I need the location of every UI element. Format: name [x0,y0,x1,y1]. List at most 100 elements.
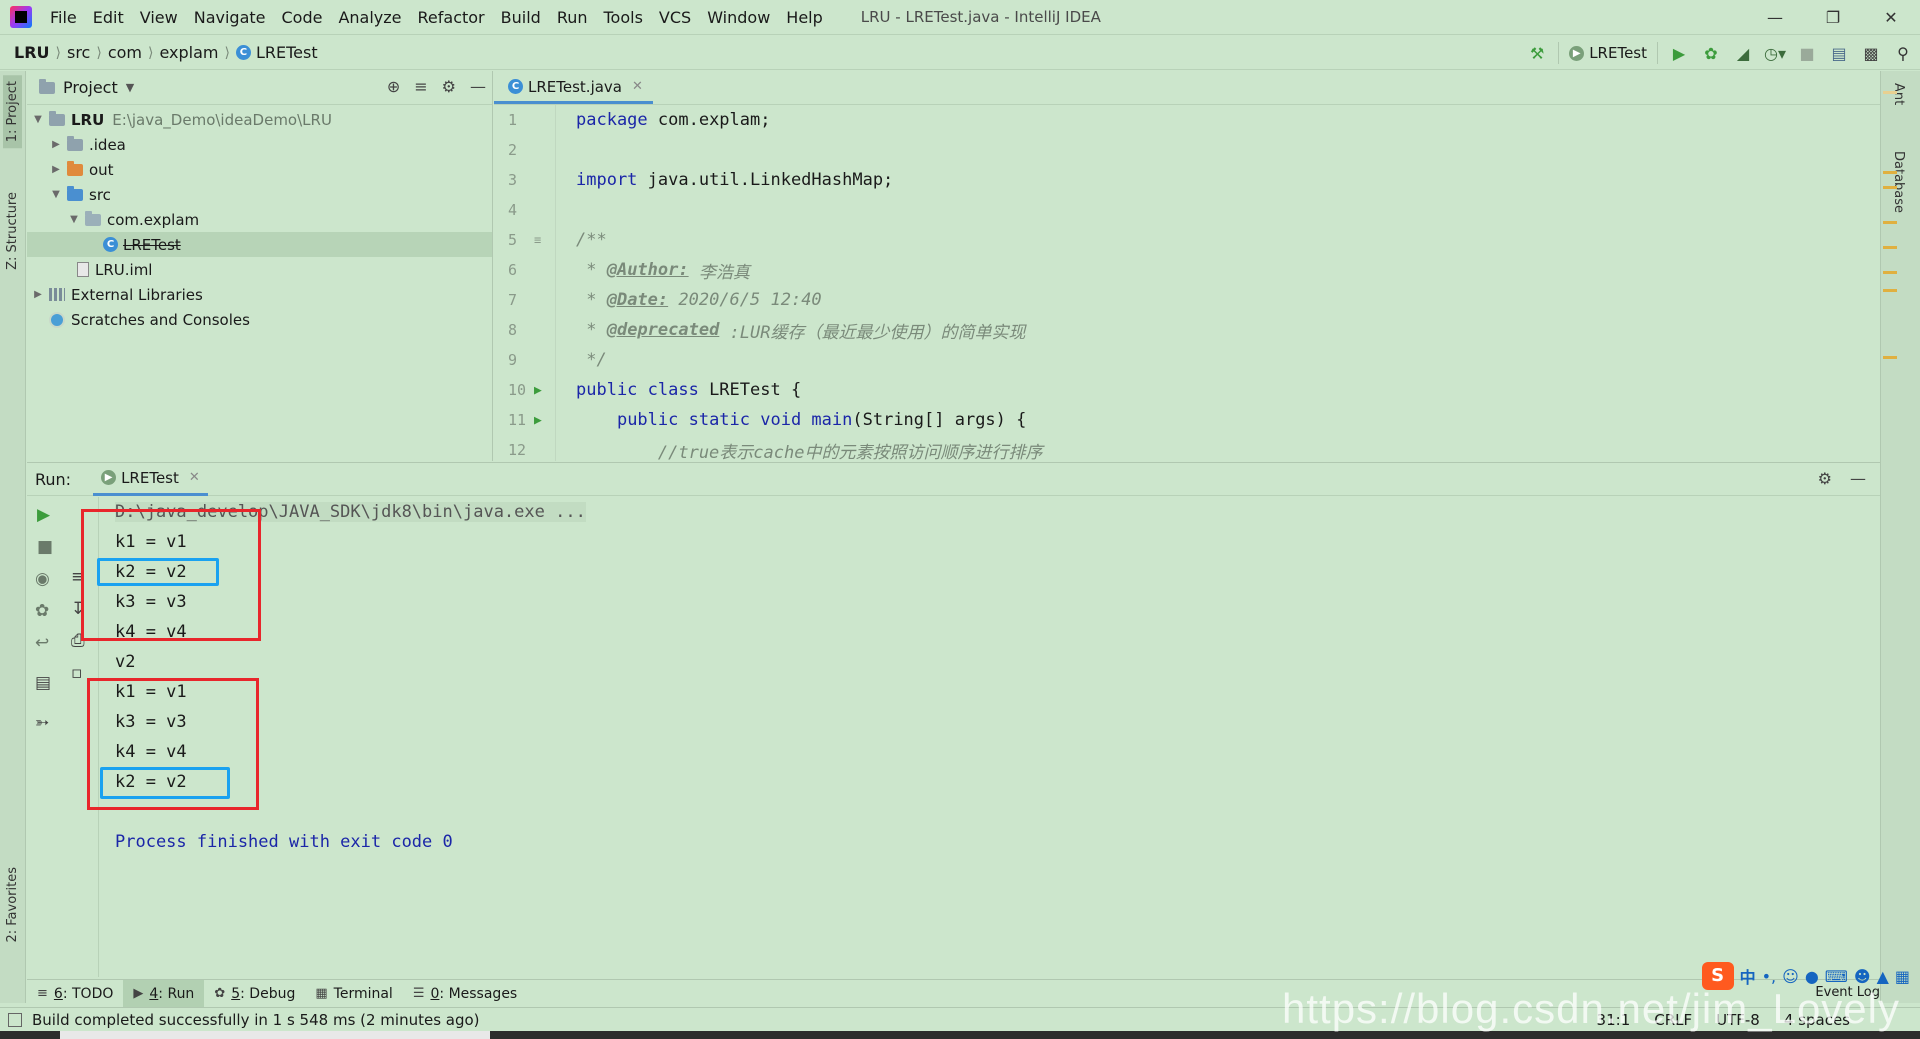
status-message[interactable]: Build completed successfully in 1 s 548 … [8,1011,480,1029]
debug-bug-icon[interactable]: ✿ [35,601,49,621]
collapse-arrow-icon[interactable]: ▶ [31,289,45,300]
profile-icon[interactable]: ◷▾ [1764,42,1786,64]
layout-icon[interactable]: ▤ [35,673,51,693]
run-configuration-selector[interactable]: ▶ LRETest [1558,42,1658,64]
restore-button[interactable]: ❐ [1804,0,1862,35]
tool-tab-messages[interactable]: ☰ 0: Messages [403,980,527,1008]
menu-run[interactable]: Run [549,8,596,27]
project-panel-header[interactable]: Project ▼ ⊕ ≡ ⚙ — [27,71,492,105]
project-structure-icon[interactable]: ▤ [1828,42,1850,64]
menu-help[interactable]: Help [778,8,830,27]
fold-icon[interactable]: ≡ [534,233,541,247]
error-stripe-marker[interactable] [1883,221,1897,224]
tool-tab-terminal[interactable]: ▦ Terminal [305,980,402,1008]
tool-tab-structure[interactable]: Z: Structure [3,186,22,276]
run-tab[interactable]: ▶ LRETest ✕ [93,462,208,496]
grid-menu-icon[interactable]: ▦ [1895,967,1910,986]
tool-tab-ant[interactable]: Ant [1891,83,1906,105]
tool-tab-debug[interactable]: ✿ 5: Debug [204,980,305,1008]
rerun-icon[interactable]: ▶ [37,505,50,525]
tool-tab-run[interactable]: ▶ 4: Run [123,979,205,1008]
microphone-icon[interactable]: ● [1805,967,1819,986]
skin-icon[interactable]: ▲ [1877,967,1889,986]
error-stripe-marker[interactable] [1883,271,1897,274]
tree-item-lru[interactable]: ▼ LRU E:\java_Demo\ideaDemo\LRU [27,107,492,132]
breadcrumb-class[interactable]: C LRETest [232,43,322,62]
menu-vcs[interactable]: VCS [651,8,699,27]
debug-icon[interactable]: ✿ [1700,42,1722,64]
line-number: 6 [508,261,518,279]
camera-icon[interactable]: ◉ [35,569,50,589]
expand-arrow-icon[interactable]: ▼ [67,214,81,225]
menu-analyze[interactable]: Analyze [330,8,409,27]
tool-tab-todo[interactable]: ≡ 6: TODO [27,980,123,1008]
code-editor[interactable]: C LRETest.java ✕ 1 2 3 4 5 ≡ 6 7 8 9 10 ▶ … [494,71,1880,463]
menu-code[interactable]: Code [274,8,331,27]
collapse-arrow-icon[interactable]: ▶ [49,164,63,175]
collapse-arrow-icon[interactable]: ▶ [49,139,63,150]
tree-item-scratches[interactable]: Scratches and Consoles [27,307,492,332]
close-tab-icon[interactable]: ✕ [632,79,643,94]
menu-build[interactable]: Build [493,8,549,27]
exit-icon[interactable]: ↩ [35,633,49,653]
error-stripe-marker[interactable] [1883,246,1897,249]
coverage-icon[interactable]: ◢ [1732,42,1754,64]
menu-refactor[interactable]: Refactor [410,8,493,27]
tree-item-package[interactable]: ▼ com.explam [27,207,492,232]
tree-item-idea[interactable]: ▶ .idea [27,132,492,157]
breadcrumb-com[interactable]: com [104,43,146,62]
tree-item-class[interactable]: C LRETest [27,232,492,257]
breadcrumb-project[interactable]: LRU [0,43,54,62]
stop-icon[interactable]: ■ [1796,42,1818,64]
menu-navigate[interactable]: Navigate [186,8,274,27]
pin-icon[interactable]: ➳ [35,713,49,733]
tree-item-out[interactable]: ▶ out [27,157,492,182]
gear-icon[interactable]: ⚙ [1818,469,1832,488]
gear-icon[interactable]: ⚙ [442,77,456,96]
trash-icon[interactable]: ▫ [71,663,83,683]
run-gutter-icon[interactable]: ▶ [534,383,542,398]
collapse-all-icon[interactable]: ≡ [414,77,427,96]
tool-tab-favorites[interactable]: 2: Favorites [3,861,22,949]
error-stripe-marker[interactable] [1883,289,1897,292]
run-gutter-icon[interactable]: ▶ [534,413,542,428]
menu-tools[interactable]: Tools [596,8,651,27]
code-area[interactable]: package com.explam; import java.util.Lin… [576,105,1042,465]
menu-view[interactable]: View [132,8,186,27]
tree-item-external-libraries[interactable]: ▶ External Libraries [27,282,492,307]
toggle-tool-windows-icon[interactable] [8,1012,22,1027]
presentation-icon[interactable]: ▩ [1860,42,1882,64]
error-stripe-marker[interactable] [1883,91,1897,94]
close-tab-icon[interactable]: ✕ [189,470,200,485]
user-icon[interactable]: ☻ [1854,967,1871,986]
error-stripe-marker[interactable] [1883,356,1897,359]
tree-item-label: .idea [89,135,126,154]
punctuation-icon[interactable]: •, [1762,967,1777,986]
run-icon[interactable]: ▶ [1668,42,1690,64]
keyboard-icon[interactable]: ⌨ [1825,967,1848,986]
tree-item-src[interactable]: ▼ src [27,182,492,207]
tool-tab-project[interactable]: 1: Project [3,75,22,149]
error-stripe-marker[interactable] [1883,186,1897,189]
tree-item-iml[interactable]: LRU.iml [27,257,492,282]
search-icon[interactable]: ⚲ [1892,42,1914,64]
expand-arrow-icon[interactable]: ▼ [31,114,45,125]
breadcrumb-src[interactable]: src [63,43,94,62]
locate-icon[interactable]: ⊕ [387,77,400,96]
editor-tab[interactable]: C LRETest.java ✕ [494,72,653,104]
expand-arrow-icon[interactable]: ▼ [49,189,63,200]
build-hammer-icon[interactable]: ⚒ [1526,42,1548,64]
menu-file[interactable]: File [42,8,85,27]
breadcrumb-explam[interactable]: explam [155,43,222,62]
hide-panel-icon[interactable]: — [470,77,486,96]
hide-panel-icon[interactable]: — [1850,469,1866,488]
minimize-button[interactable]: — [1746,0,1804,35]
tool-tab-database[interactable]: Database [1891,151,1906,213]
tool-tab-label: : Run [158,985,195,1002]
stop-icon[interactable]: ■ [37,537,53,557]
menu-window[interactable]: Window [699,8,778,27]
error-stripe-marker[interactable] [1883,171,1897,174]
emoji-icon[interactable]: ☺ [1782,967,1799,986]
close-window-button[interactable]: ✕ [1862,0,1920,35]
menu-edit[interactable]: Edit [85,8,132,27]
